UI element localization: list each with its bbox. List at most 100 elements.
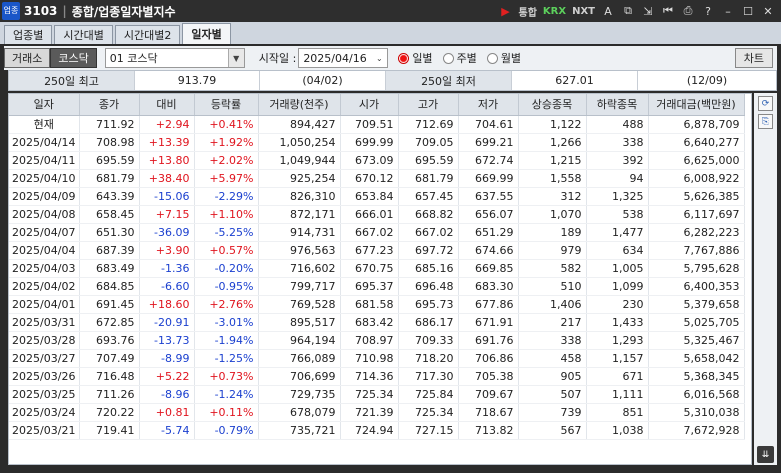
cell-high: 695.73 [398,295,459,314]
toolbar-integrated[interactable]: 통합 [519,4,537,19]
cell-trade-amount: 6,878,709 [648,115,745,134]
cell-volume: 678,079 [258,403,341,422]
kosdaq-button[interactable]: 코스닥 [50,48,97,68]
table-row[interactable]: 2025/04/01 691.45 +18.60 +2.76% 769,528 681.5… [9,295,745,314]
cell-trade-amount: 7,767,886 [648,241,745,260]
period-monthly-label: 월별 [500,52,522,65]
table-row[interactable]: 현재 711.92 +2.94 +0.41% 894,427 709.51 712.69 70… [9,115,745,134]
cell-open: 677.23 [340,241,399,260]
period-monthly-radio[interactable]: 월별 [486,50,522,66]
tab-by-date[interactable]: 일자별 [182,23,231,44]
index-select[interactable]: 01 코스닥 ▼ [104,48,245,68]
table-row[interactable]: 2025/04/02 684.85 -6.60 -0.95% 799,717 695.37… [9,277,745,296]
start-date-picker[interactable]: 2025/04/16 ⌄ [298,48,389,68]
chevron-down-icon[interactable]: ⌄ [371,49,388,67]
cell-low: 671.91 [458,313,519,332]
tab-by-sector[interactable]: 업종별 [4,25,53,44]
period-weekly-radio[interactable]: 주별 [442,50,477,66]
table-row[interactable]: 2025/04/03 683.49 -1.36 -0.20% 716,602 670.75… [9,259,745,278]
toolbar-krx[interactable]: KRX [543,6,566,17]
cell-date: 2025/03/25 [9,385,80,404]
column-header-change[interactable]: 대비 [139,94,195,116]
table-row[interactable]: 2025/04/14 708.98 +13.39 +1.92% 1,050,254 699… [9,133,745,152]
play-icon[interactable]: ▶ [499,4,513,18]
cell-high: 685.16 [398,259,459,278]
previous-icon[interactable]: ⏮ [661,4,675,18]
table-row[interactable]: 2025/03/25 711.26 -8.96 -1.24% 729,735 725.34… [9,385,745,404]
cell-trade-amount: 6,016,568 [648,385,745,404]
cell-advancers: 1,558 [518,169,587,188]
table-row[interactable]: 2025/03/21 719.41 -5.74 -0.79% 735,721 724.94… [9,421,745,440]
cell-decliners: 1,293 [586,331,649,350]
cell-high: 709.05 [398,133,459,152]
tab-by-time[interactable]: 시간대별 [54,25,113,44]
column-header-close[interactable]: 종가 [79,94,140,116]
table-row[interactable]: 2025/03/24 720.22 +0.81 +0.11% 678,079 721.39… [9,403,745,422]
table-header-row: 일자 종가 대비 등락률 거래량(천주) 시가 고가 저가 상승종목 하락종목 거래대금(백만원) [9,94,745,116]
table-row[interactable]: 2025/04/11 695.59 +13.80 +2.02% 1,049,944 673… [9,151,745,170]
cell-date: 2025/03/27 [9,349,80,368]
table-row[interactable]: 2025/03/26 716.48 +5.22 +0.73% 706,699 714.36… [9,367,745,386]
column-header-open[interactable]: 시가 [340,94,399,116]
chevron-down-icon[interactable]: ▼ [227,49,244,67]
tab-by-time-2[interactable]: 시간대별2 [114,25,181,44]
minimize-icon[interactable]: – [721,4,735,18]
column-header-trade-amount[interactable]: 거래대금(백만원) [648,94,745,116]
cell-change: +7.15 [139,205,195,224]
cell-close: 711.26 [79,385,140,404]
refresh-icon[interactable]: ⟳ [758,96,773,111]
help-icon[interactable]: ? [701,4,715,18]
cell-volume: 706,699 [258,367,341,386]
cell-change: -6.60 [139,277,195,296]
cell-high: 696.48 [398,277,459,296]
cell-low: 669.99 [458,169,519,188]
table-row[interactable]: 2025/04/04 687.39 +3.90 +0.57% 976,563 677.23… [9,241,745,260]
table-row[interactable]: 2025/04/07 651.30 -36.09 -5.25% 914,731 667.0… [9,223,745,242]
cell-volume: 799,717 [258,277,341,296]
cell-low: 706.86 [458,349,519,368]
column-header-low[interactable]: 저가 [458,94,519,116]
close-icon[interactable]: ✕ [761,4,775,18]
cell-decliners: 538 [586,205,649,224]
period-daily-radio[interactable]: 일별 [398,50,433,66]
exchange-button[interactable]: 거래소 [4,48,51,68]
window-toolbar: ▶ 통합 KRX NXT A ⧉ ⇲ ⏮ ⎙ ? – ☐ ✕ [499,3,775,19]
font-size-icon[interactable]: A [601,4,615,18]
period-radio-group: 일별 주별 월별 [398,50,521,66]
cell-advancers: 582 [518,259,587,278]
cell-low: 699.21 [458,133,519,152]
table-row[interactable]: 2025/04/10 681.79 +38.40 +5.97% 925,254 670.1… [9,169,745,188]
column-header-advancers[interactable]: 상승종목 [518,94,587,116]
table-row[interactable]: 2025/04/08 658.45 +7.15 +1.10% 872,171 666.01… [9,205,745,224]
column-header-volume[interactable]: 거래량(천주) [258,94,341,116]
screen-code: 3103 [24,4,58,18]
table-row[interactable]: 2025/03/31 672.85 -20.91 -3.01% 895,517 683.4… [9,313,745,332]
column-header-date[interactable]: 일자 [9,94,80,116]
chart-button[interactable]: 차트 [734,48,773,68]
table-row[interactable]: 2025/03/27 707.49 -8.99 -1.25% 766,089 710.98… [9,349,745,368]
popout-icon[interactable]: ⧉ [621,4,635,18]
cell-close: 707.49 [79,349,140,368]
table-row[interactable]: 2025/04/09 643.39 -15.06 -2.29% 826,310 653.8… [9,187,745,206]
cell-low: 674.66 [458,241,519,260]
column-header-rate[interactable]: 등락률 [194,94,259,116]
high-label: 250일 최고 [9,71,135,90]
cell-high: 695.59 [398,151,459,170]
column-header-decliners[interactable]: 하락종목 [586,94,649,116]
maximize-icon[interactable]: ☐ [741,4,755,18]
cell-change: -8.96 [139,385,195,404]
print-icon[interactable]: ⎙ [681,4,695,18]
column-header-high[interactable]: 고가 [398,94,459,116]
table-row[interactable]: 2025/03/28 693.76 -13.73 -1.94% 964,194 708.9… [9,331,745,350]
link-icon[interactable]: ⇲ [641,4,655,18]
cell-date: 2025/03/24 [9,403,80,422]
cell-rate: +0.57% [194,241,259,260]
scroll-down-icon[interactable]: ⇊ [757,446,774,463]
cell-close: 720.22 [79,403,140,422]
radio-unselected-icon [442,52,454,64]
cell-trade-amount: 6,282,223 [648,223,745,242]
export-icon[interactable]: ⎘ [758,114,773,129]
cell-decliners: 1,005 [586,259,649,278]
cell-advancers: 567 [518,421,587,440]
toolbar-nxt[interactable]: NXT [572,6,595,17]
